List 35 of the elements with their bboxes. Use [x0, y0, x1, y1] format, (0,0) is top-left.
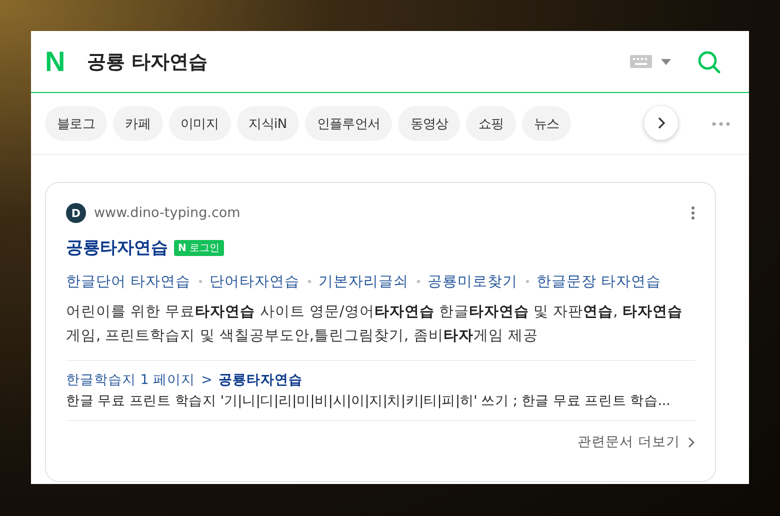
tab[interactable]: 이미지 — [168, 106, 231, 141]
site-icon[interactable]: D — [66, 203, 86, 223]
tab[interactable]: 인플루언서 — [304, 106, 392, 141]
tab[interactable]: 카페 — [113, 106, 163, 141]
result-description: 어린이를 위한 무료타자연습 사이트 영문/영어타자연습 한글타자연습 및 자판연습, 타자연습게임, 프린트학습지 및 색칠공부도안,틀린그림찾기, 좀비타자게임 제공 — [66, 303, 684, 346]
tab[interactable]: 블로그 — [45, 106, 108, 141]
chevron-right-icon — [688, 436, 695, 448]
breadcrumb-link[interactable]: 한글학습지 1 페이지 — [66, 371, 196, 389]
result-title[interactable]: 공룡타자연습 — [66, 236, 168, 259]
sitelink[interactable]: 기본자리글쇠 — [318, 272, 409, 291]
more-icon[interactable] — [691, 206, 695, 220]
tab[interactable]: 지식iN — [236, 106, 299, 141]
caret-icon[interactable] — [661, 58, 671, 64]
more-icon[interactable] — [712, 122, 730, 126]
sub-result-title[interactable]: 공룡타자연습 — [218, 371, 302, 389]
login-badge: N 로그인 — [174, 240, 224, 256]
tab[interactable]: 뉴스 — [522, 106, 572, 141]
tab[interactable]: 쇼핑 — [466, 106, 516, 141]
sitelink[interactable]: 한글단어 타자연습 — [66, 272, 191, 291]
separator-dot — [308, 280, 311, 283]
separator-dot — [526, 280, 529, 283]
sub-result-description: 한글 무료 프린트 학습지 '기|니|디|리|미|비|시|이|지|치|키|티|피|히' 쓰기 ; 한글 무료 프린트 학습... — [66, 392, 672, 410]
search-field[interactable]: 공룡 타자연습 — [87, 48, 630, 74]
sitelink[interactable]: 공룡미로찾기 — [428, 272, 518, 291]
separator-dot — [198, 280, 202, 283]
tab[interactable]: 동영상 — [398, 106, 460, 141]
sitelink[interactable]: 단어타자연습 — [210, 272, 300, 291]
chevron-right-icon — [657, 117, 665, 129]
more-documents-link[interactable]: 관련문서 더보기 — [578, 433, 695, 451]
search-icon[interactable] — [697, 50, 721, 74]
separator-dot — [416, 280, 420, 283]
sitelink[interactable]: 한글문장 타자연습 — [536, 272, 662, 291]
site-url[interactable]: www.dino-typing.com — [94, 205, 691, 221]
next-button[interactable] — [644, 106, 678, 140]
breadcrumb-separator: > — [201, 372, 212, 388]
